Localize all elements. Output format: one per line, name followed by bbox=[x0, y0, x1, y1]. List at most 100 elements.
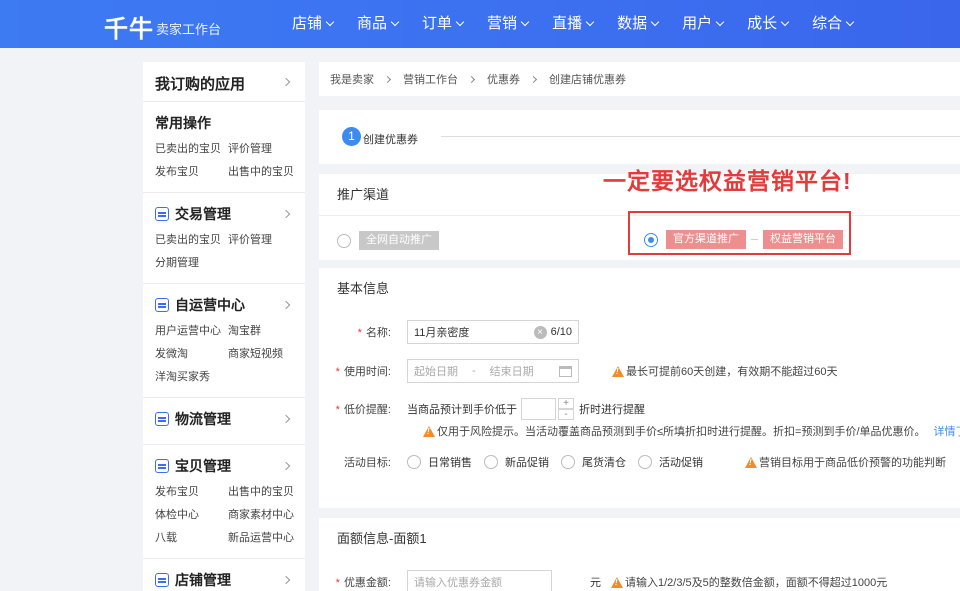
goal-option-daily[interactable]: 日常销售 bbox=[407, 454, 472, 470]
date-separator: - bbox=[472, 365, 476, 377]
time-row: *使用时间: 起始日期 - 结束日期 最长可提前60天创建，有效期不能超过60天 bbox=[319, 359, 837, 383]
name-row: * 名称: 11月亲密度 × 6/10 bbox=[319, 320, 579, 344]
price-prefix: 当商品预计到手价低于 bbox=[407, 404, 517, 416]
amount-input[interactable]: 请输入优惠券金额 bbox=[407, 570, 552, 591]
step-bar: 1 创建优惠券 bbox=[319, 110, 960, 164]
sidebar-section-items: 宝贝管理 发布宝贝 出售中的宝贝 体检中心 商家素材中心 八载 新品运营中心 bbox=[143, 445, 305, 559]
nav-item-orders[interactable]: 订单 bbox=[422, 0, 465, 48]
sidebar-section-self-operation: 自运营中心 用户运营中心 淘宝群 发微淘 商家短视频 洋淘买家秀 bbox=[143, 284, 305, 398]
name-input[interactable]: 11月亲密度 × 6/10 bbox=[407, 320, 579, 344]
chevron-down-icon bbox=[780, 17, 790, 27]
breadcrumb-item[interactable]: 我是卖家 bbox=[330, 71, 374, 87]
sidebar-link[interactable]: 已卖出的宝贝 bbox=[155, 229, 228, 252]
nav-item-live[interactable]: 直播 bbox=[552, 0, 595, 48]
price-row: * 低价提醒: 当商品预计到手价低于 + - 折时进行提醒 bbox=[335, 398, 645, 420]
nav-item-data[interactable]: 数据 bbox=[617, 0, 660, 48]
sidebar-section-shop: 店铺管理 bbox=[143, 559, 305, 591]
amount-card: 面额信息-面额1 *优惠金额: 请输入优惠券金额 元 请输入1/2/3/5及5的… bbox=[319, 518, 960, 591]
radio-new[interactable] bbox=[484, 455, 498, 469]
top-navigation-bar: 千牛 卖家工作台 店铺 商品 订单 营销 直播 数据 用户 成长 综合 bbox=[0, 0, 960, 48]
nav-item-general[interactable]: 综合 bbox=[812, 0, 855, 48]
warning-icon bbox=[611, 576, 623, 588]
clear-icon[interactable]: × bbox=[533, 325, 547, 339]
nav-item-goods[interactable]: 商品 bbox=[357, 0, 400, 48]
sidebar-link[interactable]: 淘宝群 bbox=[228, 320, 303, 343]
amount-unit: 元 bbox=[590, 577, 601, 589]
goal-row: 活动目标: 日常销售 新品促销 尾货清仓 活动促销 营销目标用于商品低价预警的功… bbox=[319, 454, 946, 470]
chevron-down-icon bbox=[455, 17, 465, 27]
calendar-icon bbox=[155, 207, 169, 221]
discount-input[interactable] bbox=[521, 398, 556, 420]
sidebar-section-logistics: 物流管理 bbox=[143, 398, 305, 445]
radio-event[interactable] bbox=[638, 455, 652, 469]
date-range-input[interactable]: 起始日期 - 结束日期 bbox=[407, 359, 579, 383]
basic-info-card: 基本信息 * 名称: 11月亲密度 × 6/10 * 使用时间: 起始日期 - 结束… bbox=[319, 268, 960, 508]
sidebar-link[interactable]: 商家短视频 bbox=[228, 343, 303, 366]
app-logo[interactable]: 千牛 bbox=[104, 9, 154, 44]
sidebar-section-trade: 交易管理 已卖出的宝贝 评价管理 分期管理 bbox=[143, 193, 305, 284]
end-date-placeholder: 结束日期 bbox=[489, 366, 534, 378]
chevron-right-icon bbox=[383, 75, 392, 83]
nav-item-marketing[interactable]: 营销 bbox=[487, 0, 530, 48]
breadcrumb: 我是卖家 营销工作台 优惠券 创建店铺优惠券 bbox=[319, 62, 960, 96]
sidebar-header[interactable]: 我订购的应用 bbox=[143, 62, 305, 102]
breadcrumb-item[interactable]: 营销工作台 bbox=[403, 71, 458, 87]
sidebar-link[interactable]: 八载 bbox=[155, 527, 228, 550]
sidebar-link[interactable]: 出售中的宝贝 bbox=[228, 161, 303, 184]
breadcrumb-item[interactable]: 优惠券 bbox=[487, 71, 520, 87]
chevron-down-icon bbox=[520, 17, 530, 27]
channel-option-all[interactable]: 全网自动推广 bbox=[337, 231, 439, 250]
sidebar-link[interactable]: 评价管理 bbox=[228, 229, 303, 252]
goal-note: 营销目标用于商品低价预警的功能判断 bbox=[745, 454, 946, 470]
amount-row: *优惠金额: 请输入优惠券金额 元 请输入1/2/3/5及5的整数倍金额，面额不… bbox=[319, 570, 887, 591]
sidebar-link[interactable]: 评价管理 bbox=[228, 138, 303, 161]
learn-more-link[interactable]: 详情了解更多 bbox=[934, 423, 960, 439]
sidebar-link[interactable]: 发布宝贝 bbox=[155, 481, 228, 504]
goal-option-new[interactable]: 新品促销 bbox=[484, 454, 549, 470]
decrement-button[interactable]: - bbox=[558, 409, 574, 420]
chevron-down-icon bbox=[715, 17, 725, 27]
increment-button[interactable]: + bbox=[558, 398, 574, 409]
nav-item-users[interactable]: 用户 bbox=[682, 0, 725, 48]
step-label: 创建优惠券 bbox=[363, 134, 418, 146]
warning-icon bbox=[612, 365, 624, 377]
radio-all-network[interactable] bbox=[337, 233, 351, 248]
price-label: 低价提醒: bbox=[343, 404, 391, 416]
nav-item-shop[interactable]: 店铺 bbox=[292, 0, 335, 48]
sidebar-link[interactable]: 洋淘买家秀 bbox=[155, 366, 228, 389]
chevron-down-icon bbox=[325, 17, 335, 27]
goal-option-event[interactable]: 活动促销 bbox=[638, 454, 703, 470]
sidebar-link[interactable]: 体检中心 bbox=[155, 504, 228, 527]
sidebar-link[interactable]: 分期管理 bbox=[155, 252, 228, 275]
amount-placeholder: 请输入优惠券金额 bbox=[414, 577, 502, 589]
sidebar-link[interactable]: 用户运营中心 bbox=[155, 320, 228, 343]
time-note: 最长可提前60天创建，有效期不能超过60天 bbox=[612, 363, 837, 379]
name-value: 11月亲密度 bbox=[414, 327, 470, 339]
tag-all-network: 全网自动推广 bbox=[359, 231, 439, 250]
nav-item-growth[interactable]: 成长 bbox=[747, 0, 790, 48]
sidebar-section-title: 常用操作 bbox=[155, 115, 211, 131]
goal-option-clearance[interactable]: 尾货清仓 bbox=[561, 454, 626, 470]
sidebar-section-common: 常用操作 已卖出的宝贝 评价管理 发布宝贝 出售中的宝贝 bbox=[143, 102, 305, 193]
sidebar-link[interactable]: 出售中的宝贝 bbox=[228, 481, 303, 504]
sidebar-link[interactable]: 已卖出的宝贝 bbox=[155, 138, 228, 161]
chevron-down-icon bbox=[390, 17, 400, 27]
chevron-down-icon bbox=[585, 17, 595, 27]
annotation-text: 一定要选权益营销平台! bbox=[603, 168, 852, 194]
book-icon bbox=[155, 412, 169, 426]
warning-icon bbox=[423, 425, 435, 437]
sidebar-link[interactable]: 新品运营中心 bbox=[228, 527, 303, 550]
sidebar-link[interactable]: 发微淘 bbox=[155, 343, 228, 366]
amount-note: 请输入1/2/3/5及5的整数倍金额，面额不得超过1000元 bbox=[611, 574, 887, 590]
radio-daily[interactable] bbox=[407, 455, 421, 469]
sidebar-link[interactable]: 发布宝贝 bbox=[155, 161, 228, 184]
radio-clearance[interactable] bbox=[561, 455, 575, 469]
main-nav: 店铺 商品 订单 营销 直播 数据 用户 成长 综合 bbox=[292, 0, 877, 48]
discount-stepper: + - bbox=[558, 398, 574, 420]
annotation-box bbox=[628, 211, 851, 255]
sidebar-link[interactable]: 商家素材中心 bbox=[228, 504, 303, 527]
app-subtitle: 卖家工作台 bbox=[156, 22, 222, 37]
name-count: 6/10 bbox=[550, 326, 572, 338]
chevron-right-icon bbox=[529, 75, 538, 83]
price-suffix: 折时进行提醒 bbox=[579, 404, 645, 416]
